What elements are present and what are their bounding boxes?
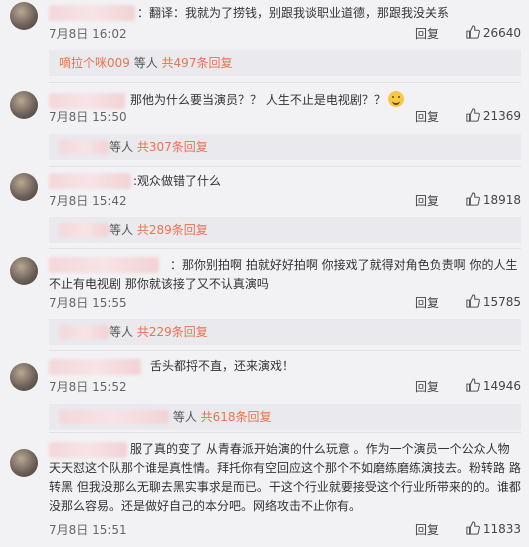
sub-replies[interactable]: 等人 共307条回复: [49, 134, 521, 160]
avatar[interactable]: [10, 257, 38, 285]
sub-replies[interactable]: 等人 共618条回复: [49, 404, 521, 430]
like-button[interactable]: 15785: [466, 294, 521, 309]
reply-button[interactable]: 回复: [415, 25, 439, 42]
like-count: 11833: [482, 522, 521, 536]
sub-replier-blurred[interactable]: [59, 223, 109, 237]
comment-time: 7月8日 15:42: [49, 194, 127, 208]
like-button[interactable]: 14946: [466, 378, 521, 393]
like-count: 15785: [482, 295, 521, 309]
avatar[interactable]: [10, 363, 38, 391]
reply-button[interactable]: 回复: [415, 192, 439, 209]
thumbs-up-icon: [466, 521, 480, 535]
sub-replies[interactable]: 嘀拉个咪009 等人 共497条回复: [49, 50, 521, 76]
sub-replies[interactable]: 等人 共229条回复: [49, 319, 521, 345]
comment-text: 服了真的变了 从青春派开始演的什么玩意 。作为一个演员一个公众人物 天天怼这个队…: [49, 442, 521, 513]
like-count: 21369: [482, 109, 521, 123]
like-count: 26640: [482, 26, 521, 40]
avatar[interactable]: [10, 91, 38, 119]
comment-meta: 7月8日 15:52 回复 14946: [49, 378, 521, 396]
avatar[interactable]: [10, 173, 38, 201]
like-button[interactable]: 21369: [466, 108, 521, 123]
username-blurred[interactable]: [49, 173, 131, 189]
sub-replies-text: 等人: [129, 56, 162, 70]
divider: [49, 248, 521, 249]
comment-text: ：那你别拍啊 拍就好好拍啊 你接戏了就得对角色负责啊 你的人生不止有电视剧 那你…: [49, 258, 518, 291]
avatar[interactable]: [10, 449, 38, 477]
comment-time: 7月8日 15:52: [49, 380, 127, 394]
reply-button[interactable]: 回复: [415, 378, 439, 395]
sub-replier-name[interactable]: 嘀拉个咪009: [59, 56, 130, 70]
comment-text-content: 那他为什么要当演员？？ 人生不止是电视剧？？: [130, 93, 386, 107]
comment-text: 舌头都捋不直，还来演戏！: [150, 359, 295, 373]
comment-text: :观众做错了什么: [133, 174, 222, 188]
view-all-replies-link[interactable]: 共497条回复: [162, 56, 233, 70]
sub-replies-text: 等人: [109, 325, 137, 339]
thumbs-up-icon: [466, 25, 480, 39]
comment-meta: 7月8日 15:51 回复 11833: [49, 521, 521, 539]
comment-time: 7月8日 16:02: [49, 27, 127, 41]
like-button[interactable]: 26640: [466, 25, 521, 40]
comment-meta: 7月8日 15:50 回复 21369: [49, 108, 521, 126]
comment-text: ：翻译：我就为了捞钱，别跟我谈职业道德，那跟我没关系: [137, 6, 450, 20]
thumbs-up-icon: [466, 108, 480, 122]
divider: [49, 432, 521, 433]
comment-time: 7月8日 15:55: [49, 296, 127, 310]
sub-replier-blurred[interactable]: [59, 325, 109, 339]
comment-meta: 7月8日 15:42 回复 18918: [49, 192, 521, 210]
like-count: 18918: [482, 193, 521, 207]
sub-replies[interactable]: 等人 共289条回复: [49, 217, 521, 243]
comment-meta: 7月8日 15:55 回复 15785: [49, 294, 521, 312]
grin-emoji-icon: [387, 91, 404, 107]
sub-replier-blurred[interactable]: [59, 410, 169, 424]
like-button[interactable]: 11833: [466, 521, 521, 536]
comment-meta: 7月8日 16:02 回复 26640: [49, 25, 521, 43]
thumbs-up-icon: [466, 294, 480, 308]
comment-time: 7月8日 15:51: [49, 523, 127, 537]
sub-replies-text: 等人: [109, 223, 137, 237]
divider: [49, 166, 521, 167]
divider: [49, 350, 521, 351]
username-blurred[interactable]: [49, 93, 125, 109]
like-count: 14946: [482, 379, 521, 393]
username-blurred[interactable]: [49, 359, 141, 375]
divider: [49, 82, 521, 83]
comment-time: 7月8日 15:50: [49, 110, 127, 124]
thumbs-up-icon: [466, 192, 480, 206]
view-all-replies-link[interactable]: 共307条回复: [137, 140, 208, 154]
sub-replier-blurred[interactable]: [59, 140, 109, 154]
view-all-replies-link[interactable]: 共289条回复: [137, 223, 208, 237]
view-all-replies-link[interactable]: 共618条回复: [201, 410, 272, 424]
reply-button[interactable]: 回复: [415, 521, 439, 538]
username-blurred[interactable]: [49, 5, 135, 21]
reply-button[interactable]: 回复: [415, 294, 439, 311]
sub-replies-text: 等人: [169, 410, 201, 424]
thumbs-up-icon: [466, 378, 480, 392]
avatar[interactable]: [10, 2, 38, 30]
sub-replies-text: 等人: [109, 140, 137, 154]
reply-button[interactable]: 回复: [415, 108, 439, 125]
view-all-replies-link[interactable]: 共229条回复: [137, 325, 208, 339]
like-button[interactable]: 18918: [466, 192, 521, 207]
